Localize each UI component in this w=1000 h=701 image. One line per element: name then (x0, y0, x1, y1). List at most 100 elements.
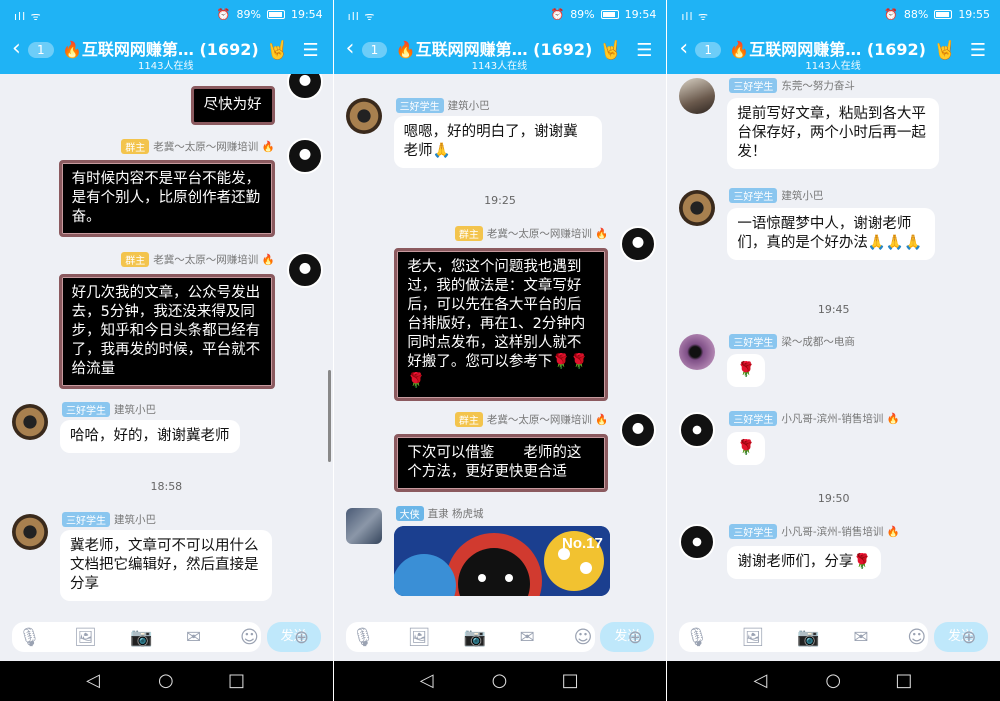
emoji-icon[interactable]: ☺ (240, 627, 259, 648)
sender-line: 群主 老冀～太原～网赚培训 🔥 (454, 412, 608, 427)
avatar[interactable] (345, 508, 382, 544)
chat-header: ‹ 1 🔥互联网网赚第… (1692) 1143人在线 🤘 ☰ (333, 30, 667, 74)
menu-icon[interactable]: ☰ (636, 40, 652, 61)
online-count: 1143人在线 (805, 61, 861, 72)
battery-percent: 88% (903, 8, 929, 21)
menu-icon[interactable]: ☰ (970, 40, 986, 61)
unread-badge[interactable]: 1 (695, 42, 721, 58)
plus-icon[interactable]: ⊕ (961, 627, 976, 648)
rock-hand-icon[interactable]: 🤘 (934, 40, 956, 61)
emoji-icon[interactable]: ☺ (907, 627, 926, 648)
message-bubble[interactable]: 尽快为好 (190, 86, 275, 125)
mic-icon[interactable]: 🎙 (685, 627, 708, 648)
nav-back-button[interactable]: ◁ (420, 670, 434, 691)
mic-icon[interactable]: 🎙 (18, 627, 41, 648)
message-bubble[interactable]: 提前写好文章，粘贴到各大平台保存好，两个小时后再一起发！ (727, 98, 940, 169)
message-bubble[interactable]: 谢谢老师们，分享🌹 (727, 546, 882, 579)
online-count: 1143人在线 (138, 61, 194, 72)
nav-recent-button[interactable]: □ (562, 670, 579, 691)
member-tag: 三好学生 (729, 524, 778, 539)
nav-home-button[interactable]: ○ (158, 670, 174, 691)
sender-line: 三好学生 建筑小巴 (729, 188, 823, 203)
sender-name: 建筑小巴 (114, 404, 156, 416)
avatar[interactable] (679, 334, 716, 370)
message-bubble[interactable]: 哈哈，好的，谢谢冀老师 (60, 420, 240, 453)
sender-line: 群主 老冀～太原～网赚培训 🔥 (121, 139, 275, 154)
chevron-left-icon[interactable]: ‹ (679, 38, 688, 60)
menu-icon[interactable]: ☰ (303, 40, 319, 61)
timestamp: 18:58 (150, 480, 183, 493)
chevron-left-icon[interactable]: ‹ (12, 38, 21, 60)
chat-screen-1: ıll ᯤ ⏰ 89% 19:54 ‹ 1 🔥互联网网赚第… (1692) 11… (0, 0, 333, 701)
avatar[interactable] (679, 190, 716, 226)
message-bubble[interactable]: 一语惊醒梦中人，谢谢老师们，真的是个好办法🙏🙏🙏 (727, 208, 936, 260)
rock-hand-icon[interactable]: 🤘 (600, 40, 622, 61)
message-list[interactable]: 三好学生 建筑小巴 嗯嗯，好的明白了，谢谢冀老师🙏 19:25 群主 老冀～太原… (334, 74, 667, 616)
chevron-left-icon[interactable]: ‹ (346, 38, 355, 60)
signal-icon: ıll ᯤ (681, 10, 710, 23)
sticker-label: No.17 (562, 535, 603, 552)
message-bubble[interactable]: 下次可以借鉴 老师的这个方法，更好更快更合适 (394, 434, 609, 492)
nav-recent-button[interactable]: □ (228, 670, 245, 691)
avatar[interactable] (286, 252, 323, 288)
message-bubble[interactable]: 🌹 (727, 354, 766, 387)
message-bubble[interactable]: 老大，您这个问题我也遇到过，我的做法是：文章写好后，可以先在各大平台的后台排版好… (394, 248, 609, 401)
nav-recent-button[interactable]: □ (895, 670, 912, 691)
message-bubble[interactable]: 🌹 (727, 432, 766, 465)
sender-name: 直隶 杨虎城 (427, 508, 484, 520)
alarm-icon: ⏰ (884, 8, 898, 21)
system-nav-bar: ◁ ○ □ (0, 661, 333, 701)
mic-icon[interactable]: 🎙 (352, 627, 375, 648)
red-packet-icon[interactable]: ✉ (186, 627, 201, 648)
avatar[interactable] (620, 412, 657, 448)
signal-icon: ıll ᯤ (347, 10, 376, 23)
message-list[interactable]: 三好学生 东莞～努力奋斗 提前写好文章，粘贴到各大平台保存好，两个小时后再一起发… (667, 74, 1000, 616)
image-message[interactable]: No.17 (393, 526, 610, 596)
signal-icon: ıll ᯤ (14, 10, 42, 23)
nav-back-button[interactable]: ◁ (86, 670, 100, 691)
rock-hand-icon[interactable]: 🤘 (266, 40, 288, 61)
input-row: 发送 (0, 616, 333, 661)
avatar[interactable] (679, 412, 716, 448)
red-packet-icon[interactable]: ✉ (520, 627, 535, 648)
plus-icon[interactable]: ⊕ (294, 627, 309, 648)
plus-icon[interactable]: ⊕ (628, 627, 643, 648)
emoji-icon[interactable]: ☺ (574, 627, 593, 648)
status-bar: ıll ᯤ ⏰ 89% 19:54 (333, 0, 667, 30)
avatar[interactable] (345, 98, 382, 134)
member-tag: 三好学生 (729, 334, 778, 349)
message-bubble[interactable]: 冀老师，文章可不可以用什么文档把它编辑好，然后直接是分享 (60, 530, 272, 601)
unread-badge[interactable]: 1 (361, 42, 388, 58)
unread-badge[interactable]: 1 (28, 42, 54, 58)
timestamp: 19:25 (484, 194, 516, 207)
avatar[interactable] (286, 138, 323, 174)
image-icon[interactable]: 🖼 (741, 627, 764, 648)
camera-icon[interactable]: 📷 (797, 627, 819, 648)
nav-back-button[interactable]: ◁ (753, 670, 767, 691)
sender-name: 建筑小巴 (114, 514, 156, 526)
message-bubble[interactable]: 有时候内容不是平台不能发，是有个别人，比原创作者还勤奋。 (58, 160, 275, 237)
avatar[interactable] (620, 226, 657, 262)
system-nav-bar: ◁ ○ □ (667, 661, 1000, 701)
camera-icon[interactable]: 📷 (130, 627, 152, 648)
avatar[interactable] (12, 514, 48, 550)
clock: 19:54 (290, 8, 323, 21)
timestamp: 19:50 (817, 492, 850, 505)
avatar[interactable] (679, 524, 716, 560)
message-bubble[interactable]: 嗯嗯，好的明白了，谢谢冀老师🙏 (393, 116, 602, 168)
red-packet-icon[interactable]: ✉ (853, 627, 868, 648)
message-bubble[interactable]: 好几次我的文章，公众号发出去，5分钟，我还没来得及同步，知乎和今日头条都已经有了… (58, 274, 275, 389)
avatar[interactable] (12, 404, 48, 440)
nav-home-button[interactable]: ○ (492, 670, 508, 691)
camera-icon[interactable]: 📷 (464, 627, 486, 648)
member-tag: 三好学生 (729, 188, 778, 203)
timestamp: 19:45 (817, 303, 850, 316)
image-icon[interactable]: 🖼 (408, 627, 431, 648)
image-icon[interactable]: 🖼 (74, 627, 97, 648)
member-tag: 三好学生 (62, 512, 110, 527)
message-list[interactable]: 尽快为好 群主 老冀～太原～网赚培训 🔥 有时候内容不是平台不能发，是有个别人，… (0, 74, 333, 616)
avatar[interactable] (286, 74, 323, 100)
scrollbar[interactable] (327, 370, 331, 462)
nav-home-button[interactable]: ○ (825, 670, 841, 691)
avatar[interactable] (679, 78, 716, 114)
